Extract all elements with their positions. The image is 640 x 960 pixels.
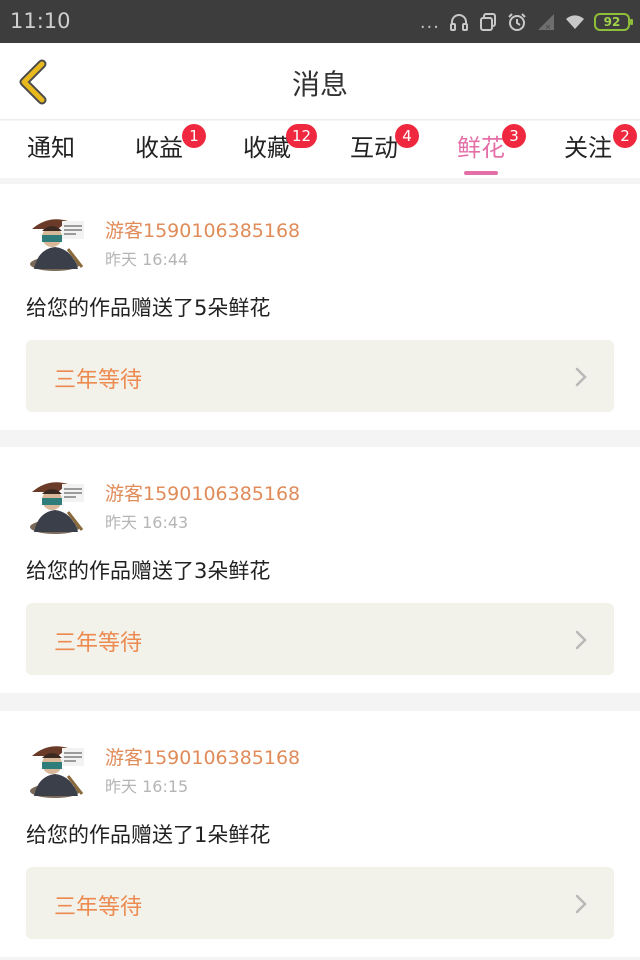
tab-flowers[interactable]: 鲜花 3 — [426, 124, 536, 175]
tab-badge: 3 — [502, 124, 526, 148]
work-link[interactable]: 三年等待 — [26, 867, 614, 939]
tab-badge: 4 — [395, 124, 419, 148]
user-avatar[interactable] — [28, 736, 86, 798]
message-card: 游客1590106385168 昨天 16:44 给您的作品赠送了5朵鲜花 三年… — [0, 184, 640, 430]
tab-label: 收藏 — [243, 134, 291, 162]
tab-bar: 通知 收益 1 收藏 12 互动 4 鲜花 3 关注 2 — [0, 121, 640, 178]
tab-label: 通知 — [27, 134, 75, 162]
user-avatar[interactable] — [28, 472, 86, 534]
tab-follows[interactable]: 关注 2 — [533, 124, 640, 175]
message-time: 昨天 16:15 — [105, 777, 189, 796]
message-text: 给您的作品赠送了3朵鲜花 — [26, 559, 271, 583]
username[interactable]: 游客1590106385168 — [105, 479, 300, 506]
clock: 11:10 — [10, 9, 71, 33]
message-text: 给您的作品赠送了1朵鲜花 — [26, 823, 271, 847]
message-card: 游客1590106385168 昨天 16:15 给您的作品赠送了1朵鲜花 三年… — [0, 711, 640, 957]
message-card: 游客1590106385168 昨天 16:43 给您的作品赠送了3朵鲜花 三年… — [0, 447, 640, 693]
work-title: 三年等待 — [54, 631, 143, 656]
status-bar: 11:10 ... × 92 — [0, 0, 640, 43]
tab-label: 关注 — [564, 134, 612, 162]
active-tab-indicator — [464, 171, 498, 175]
message-time: 昨天 16:43 — [105, 513, 189, 532]
page-title: 消息 — [291, 68, 348, 101]
username[interactable]: 游客1590106385168 — [105, 216, 300, 243]
battery-icon: 92 — [594, 13, 633, 31]
navigation-bar: 消息 — [0, 43, 640, 120]
copy-icon — [480, 13, 496, 31]
message-text: 给您的作品赠送了5朵鲜花 — [26, 296, 271, 320]
tab-interactions[interactable]: 互动 4 — [319, 124, 429, 175]
chevron-right-icon — [575, 894, 587, 914]
status-icons: ... × 92 — [419, 10, 633, 34]
username[interactable]: 游客1590106385168 — [105, 743, 300, 770]
work-link[interactable]: 三年等待 — [26, 603, 614, 675]
work-title: 三年等待 — [54, 895, 143, 920]
alarm-icon — [508, 13, 526, 31]
svg-text:×: × — [545, 23, 551, 31]
work-link[interactable]: 三年等待 — [26, 340, 614, 412]
headset-icon — [450, 14, 468, 31]
tab-badge: 2 — [613, 124, 637, 148]
tab-label: 收益 — [135, 134, 183, 162]
tab-earnings[interactable]: 收益 1 — [104, 124, 214, 175]
message-time: 昨天 16:44 — [105, 250, 189, 269]
work-title: 三年等待 — [54, 368, 143, 393]
user-avatar[interactable] — [28, 209, 86, 271]
chevron-right-icon — [575, 630, 587, 650]
chevron-right-icon — [575, 367, 587, 387]
signal-icon: × — [538, 14, 554, 31]
tab-badge: 1 — [182, 124, 206, 148]
wifi-icon — [566, 15, 584, 29]
tab-favorites[interactable]: 收藏 12 — [212, 124, 322, 175]
more-dots: ... — [419, 11, 440, 33]
tab-label: 鲜花 — [457, 134, 505, 162]
tab-label: 互动 — [350, 134, 398, 162]
tab-badge: 12 — [286, 124, 318, 148]
tab-notifications[interactable]: 通知 — [0, 131, 106, 175]
